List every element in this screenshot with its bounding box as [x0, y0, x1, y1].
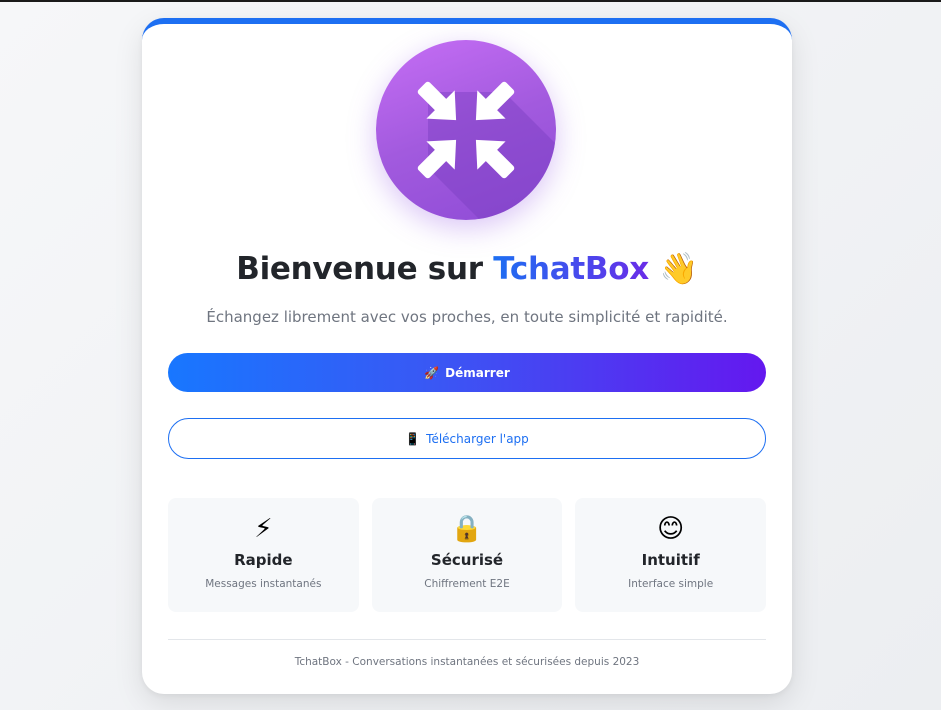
download-app-button[interactable]: 📱 Télécharger l'app [168, 418, 766, 459]
feature-card-rapide: ⚡ Rapide Messages instantanés [168, 498, 359, 612]
feature-description: Messages instantanés [205, 578, 322, 590]
feature-description: Chiffrement E2E [424, 578, 510, 590]
title-prefix: Bienvenue sur [236, 251, 483, 287]
compress-arrows-icon [417, 81, 556, 220]
page-title: Bienvenue sur TchatBox 👋 [142, 250, 792, 287]
feature-card-intuitif: 😊 Intuitif Interface simple [575, 498, 767, 612]
download-app-button-label: Télécharger l'app [426, 431, 529, 446]
feature-description: Interface simple [628, 578, 714, 590]
start-button[interactable]: 🚀 Démarrer [168, 353, 766, 392]
feature-title: Rapide [234, 551, 293, 569]
feature-title: Intuitif [641, 551, 700, 569]
brand-name: TchatBox [493, 251, 649, 287]
features-list: ⚡ Rapide Messages instantanés 🔒 Sécurisé… [168, 498, 767, 612]
lock-icon: 🔒 [450, 514, 484, 544]
logo [376, 40, 556, 220]
footer-divider [168, 639, 766, 640]
smile-icon: 😊 [657, 514, 685, 544]
feature-card-securise: 🔒 Sécurisé Chiffrement E2E [371, 498, 563, 612]
welcome-card: Bienvenue sur TchatBox 👋 Échangez librem… [142, 18, 792, 694]
rocket-icon: 🚀 [424, 365, 440, 380]
lightning-icon: ⚡ [254, 514, 273, 544]
start-button-label: Démarrer [445, 365, 510, 380]
subtitle: Échangez librement avec vos proches, en … [206, 308, 728, 326]
wave-icon: 👋 [659, 251, 698, 287]
feature-title: Sécurisé [430, 551, 504, 569]
mobile-phone-icon: 📱 [405, 431, 421, 446]
footer-text: TchatBox - Conversations instantanées et… [294, 656, 640, 668]
